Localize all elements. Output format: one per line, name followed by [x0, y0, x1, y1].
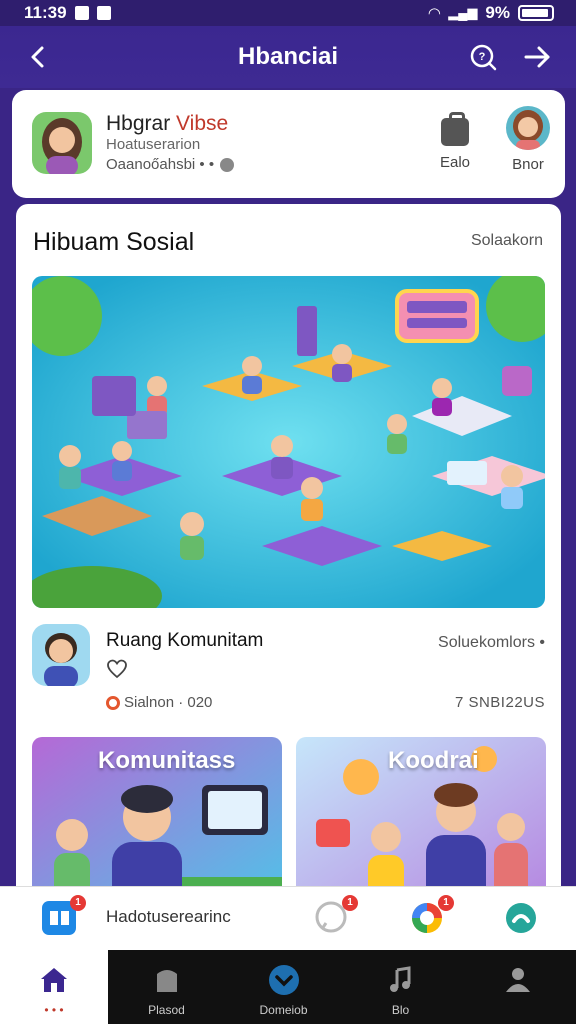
- media-icon: [96, 6, 111, 20]
- wifi-icon: ◠: [428, 5, 441, 22]
- user-avatar-icon: [506, 106, 550, 150]
- coordinate-card[interactable]: Koodrai: [296, 737, 546, 894]
- person-icon: [505, 968, 530, 992]
- profile-name-accent: Vibse: [176, 112, 229, 135]
- post-avatar[interactable]: [32, 624, 90, 686]
- user-label: Bnor: [512, 156, 544, 173]
- battery-icon: [518, 5, 554, 21]
- notification-icon: [74, 6, 89, 20]
- quick-bar-label[interactable]: Hadotuserearinc: [106, 907, 231, 927]
- music-icon: [389, 966, 410, 992]
- profile-name-main: Hbgrar: [106, 112, 177, 135]
- battery-percent: 9%: [485, 3, 510, 22]
- heart-icon[interactable]: [106, 658, 128, 680]
- globe-icon: [220, 157, 235, 172]
- nav-home[interactable]: • • •: [0, 950, 108, 1024]
- nav-music[interactable]: Blo: [342, 950, 459, 1024]
- coordinate-card-title: Koodrai: [388, 747, 479, 774]
- help-search-icon[interactable]: ?: [468, 42, 498, 72]
- nav-places[interactable]: Plasod: [108, 950, 225, 1024]
- nav-profile[interactable]: [459, 950, 576, 1024]
- badge: 1: [342, 895, 358, 911]
- user-button[interactable]: Bnor: [500, 106, 556, 178]
- badge: 1: [438, 895, 454, 911]
- app-grid-button[interactable]: 1: [42, 895, 86, 935]
- status-dot-icon: [106, 695, 120, 710]
- home-icon: [41, 968, 67, 992]
- badge: 1: [70, 895, 86, 911]
- profile-location: Oaanoőahsbi • •: [106, 156, 235, 173]
- chevron-circle-icon: [268, 965, 299, 995]
- nav-domain[interactable]: Domeiob: [225, 950, 342, 1024]
- community-card[interactable]: Komunitass: [32, 737, 282, 894]
- status-right: ◠ ▂▄▆ 9%: [429, 3, 554, 23]
- post-stats-text: Sialnon · 020: [124, 694, 213, 711]
- profile-card[interactable]: Hbgrar Vibse Hoatuserarion Oaanoőahsbi •…: [12, 90, 565, 198]
- section-title: Hibuam Sosial: [33, 228, 195, 256]
- back-button[interactable]: [22, 40, 56, 74]
- nav-domain-label: Domeiob: [259, 1003, 308, 1017]
- nav-places-label: Plasod: [148, 1003, 185, 1017]
- forward-arrow-icon[interactable]: [520, 40, 554, 74]
- google-button[interactable]: 1: [410, 895, 454, 935]
- status-bar: 11:39 ◠ ▂▄▆ 9%: [0, 0, 576, 26]
- hero-illustration[interactable]: [32, 276, 545, 608]
- status-left: 11:39: [24, 3, 111, 23]
- profile-subtitle: Hoatuserarion: [106, 136, 201, 153]
- quick-action-bar: 1 Hadotuserearinc 1 1: [0, 886, 576, 950]
- profile-avatar[interactable]: [32, 112, 92, 174]
- section-link[interactable]: Solaakorn: [471, 232, 543, 250]
- community-card-title: Komunitass: [98, 747, 236, 774]
- bot-icon: [506, 903, 536, 933]
- edit-label: Ealo: [439, 154, 471, 171]
- profile-name: Hbgrar Vibse: [106, 112, 228, 136]
- building-icon: [156, 970, 177, 992]
- post-title[interactable]: Ruang Komunitam: [106, 630, 263, 652]
- bottom-nav: • • • Plasod Domeiob Blo: [0, 950, 576, 1024]
- page-title: Hbanciai: [237, 43, 339, 70]
- signal-icon: ▂▄▆: [448, 5, 478, 20]
- nav-music-label: Blo: [391, 1003, 410, 1017]
- post-meta: Soluekomlors •: [438, 634, 545, 651]
- app-bar: Hbanciai ?: [0, 26, 576, 88]
- edit-button[interactable]: Ealo: [430, 112, 480, 178]
- bot-button[interactable]: [504, 901, 538, 935]
- post-stats: Sialnon · 020: [106, 694, 212, 711]
- profile-location-text: Oaanoőahsbi • •: [106, 156, 215, 173]
- content-panel: Hibuam Sosial Solaakorn Ruang Komunitam …: [16, 204, 561, 894]
- nav-home-dots: • • •: [44, 1003, 64, 1017]
- chat-button[interactable]: 1: [314, 895, 358, 935]
- briefcase-icon: [441, 112, 469, 146]
- post-date: 7 SNBI22US: [454, 694, 545, 711]
- status-time: 11:39: [24, 3, 67, 22]
- svg-text:?: ?: [479, 51, 486, 63]
